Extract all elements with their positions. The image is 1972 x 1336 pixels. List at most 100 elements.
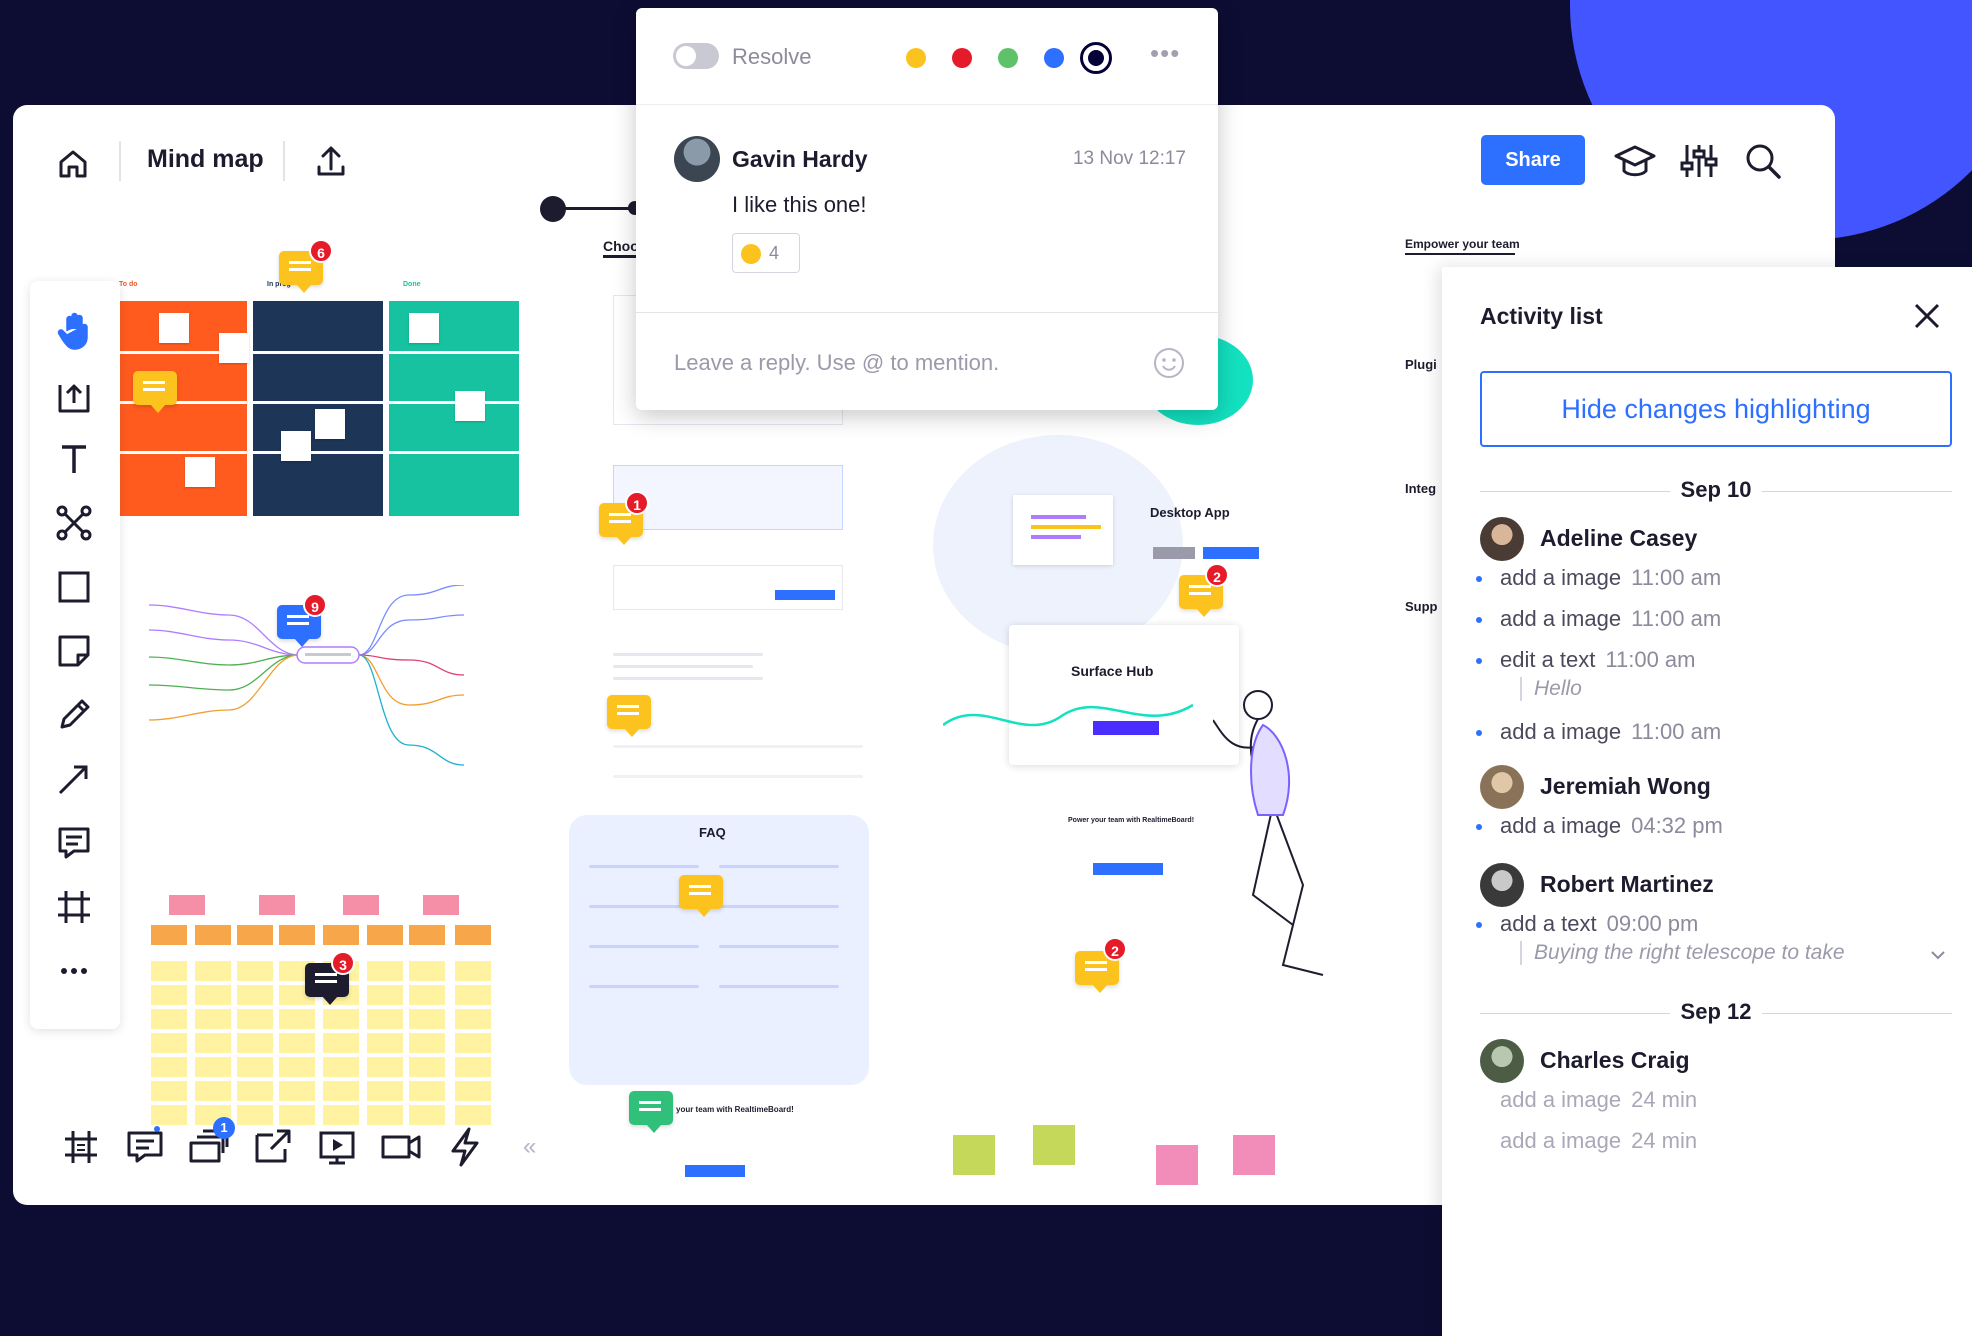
template-icon[interactable] (50, 371, 98, 419)
activity-item[interactable]: add a image 24 min (1500, 1087, 1697, 1113)
hand-icon[interactable] (50, 307, 98, 355)
comment-marker[interactable] (607, 695, 651, 737)
sticky-note[interactable] (367, 925, 403, 945)
hide-changes-button[interactable]: Hide changes highlighting (1480, 371, 1952, 447)
chevron-down-icon[interactable] (1928, 945, 1948, 965)
presentation-icon[interactable] (313, 1123, 361, 1171)
sticky-note[interactable] (195, 1081, 231, 1101)
sticky-note[interactable] (409, 961, 445, 981)
sticky-note[interactable] (367, 961, 403, 981)
sticky-note[interactable] (279, 1033, 315, 1053)
sliders-icon[interactable] (1677, 139, 1721, 183)
sticky-note[interactable] (409, 1081, 445, 1101)
sticky-note[interactable] (409, 925, 445, 945)
activity-item[interactable]: add a image 04:32 pm (1476, 813, 1723, 839)
kanban-board[interactable]: To do In prog Done (119, 281, 539, 601)
share-screen-icon[interactable] (249, 1123, 297, 1171)
sticky-note[interactable] (237, 961, 273, 981)
sticky-note-icon[interactable] (50, 627, 98, 675)
sticky-note[interactable] (195, 925, 231, 945)
sticky-note[interactable] (455, 1081, 491, 1101)
sticky-note[interactable] (279, 1081, 315, 1101)
comments-button[interactable] (121, 1123, 169, 1171)
upload-icon[interactable] (311, 141, 351, 181)
comment-icon[interactable] (50, 819, 98, 867)
sticky-note[interactable] (237, 1009, 273, 1029)
sticky-note[interactable] (367, 1057, 403, 1077)
activity-item[interactable]: add a image 24 min (1500, 1128, 1697, 1154)
sticky-note[interactable] (237, 1081, 273, 1101)
sticky-note[interactable] (279, 1105, 315, 1125)
sticky-note[interactable] (409, 1009, 445, 1029)
sticky-note[interactable] (323, 1105, 359, 1125)
color-option-green[interactable] (998, 48, 1018, 68)
sticky-note[interactable] (279, 1057, 315, 1077)
graduation-cap-icon[interactable] (1613, 139, 1657, 183)
activity-item[interactable]: add a image 11:00 am (1475, 565, 1721, 591)
sticky-note[interactable] (367, 1081, 403, 1101)
activity-item[interactable]: edit a text 11:00 am (1476, 647, 1696, 673)
sticky-card[interactable] (159, 313, 189, 343)
sticky-note[interactable] (237, 925, 273, 945)
frame-icon[interactable] (50, 883, 98, 931)
sticky-note[interactable] (367, 1009, 403, 1029)
sticky-note[interactable] (455, 1009, 491, 1029)
pen-icon[interactable] (50, 691, 98, 739)
sticky-note[interactable] (323, 925, 359, 945)
sticky-note[interactable] (367, 1105, 403, 1125)
more-icon[interactable] (50, 947, 98, 995)
share-button[interactable]: Share (1481, 135, 1585, 185)
emoji-icon[interactable] (1152, 346, 1186, 380)
home-icon[interactable] (53, 143, 93, 183)
sticky-note[interactable] (151, 925, 187, 945)
comment-marker[interactable] (133, 371, 177, 413)
color-option-yellow[interactable] (906, 48, 926, 68)
story-map[interactable] (119, 865, 519, 1165)
sticky-note[interactable] (323, 1057, 359, 1077)
sticky-note[interactable] (409, 985, 445, 1005)
sticky-card[interactable] (219, 333, 249, 363)
text-icon[interactable] (50, 435, 98, 483)
sticky-note[interactable] (455, 1105, 491, 1125)
sticky-note[interactable] (151, 1081, 187, 1101)
comment-marker[interactable] (629, 1091, 673, 1133)
sticky-card[interactable] (409, 313, 439, 343)
color-option-red[interactable] (952, 48, 972, 68)
sticky-note[interactable] (195, 985, 231, 1005)
sticky-note[interactable] (279, 1009, 315, 1029)
sticky-card[interactable] (455, 391, 485, 421)
sticky-note[interactable] (409, 1057, 445, 1077)
sticky-note[interactable] (367, 1033, 403, 1053)
reply-input[interactable]: Leave a reply. Use @ to mention. (674, 350, 999, 376)
sticky-note[interactable] (323, 1081, 359, 1101)
sticky-note[interactable] (237, 1105, 273, 1125)
sticky-note[interactable] (195, 1057, 231, 1077)
more-options-icon[interactable]: ••• (1150, 38, 1180, 69)
comment-marker[interactable] (679, 875, 723, 917)
cards-button[interactable]: 1 (185, 1117, 235, 1171)
activity-item[interactable]: add a image 11:00 am (1475, 606, 1721, 632)
sticky-note[interactable] (237, 1057, 273, 1077)
activity-item[interactable]: add a text 09:00 pm (1475, 911, 1698, 937)
sticky-note[interactable] (455, 925, 491, 945)
resolve-toggle[interactable] (673, 43, 719, 69)
sticky-note[interactable] (455, 961, 491, 981)
sticky-note[interactable] (455, 1033, 491, 1053)
arrow-icon[interactable] (50, 755, 98, 803)
rectangle-icon[interactable] (50, 563, 98, 611)
sticky-note[interactable] (195, 961, 231, 981)
sticky-note[interactable] (323, 1033, 359, 1053)
search-icon[interactable] (1741, 139, 1785, 183)
sticky-note[interactable] (195, 1009, 231, 1029)
sticky-note[interactable] (367, 985, 403, 1005)
frames-icon[interactable] (57, 1123, 105, 1171)
lightning-icon[interactable] (441, 1123, 489, 1171)
resolve-label[interactable]: Resolve (732, 44, 811, 70)
sticky-note[interactable] (151, 1057, 187, 1077)
sticky-note[interactable] (151, 1033, 187, 1053)
sticky-card[interactable] (315, 409, 345, 439)
board-title[interactable]: Mind map (147, 145, 264, 174)
sticky-note[interactable] (237, 1033, 273, 1053)
color-option-blue[interactable] (1044, 48, 1064, 68)
video-icon[interactable] (377, 1123, 425, 1171)
